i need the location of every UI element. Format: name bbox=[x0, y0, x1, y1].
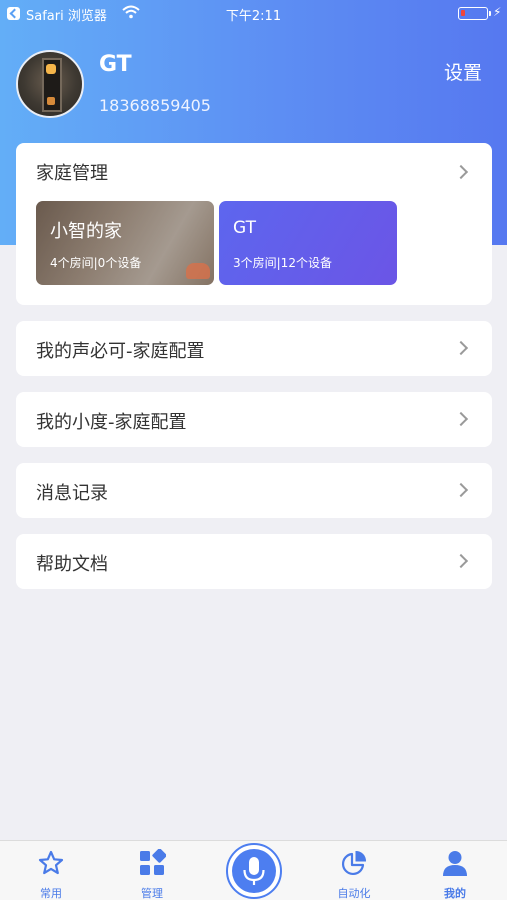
star-icon bbox=[38, 850, 64, 875]
status-time: 下午2:11 bbox=[225, 9, 282, 24]
grid-icon bbox=[140, 849, 166, 875]
menu-item-xiaodu-config[interactable]: 我的小度-家庭配置 bbox=[16, 392, 492, 447]
tab-label: 我的 bbox=[444, 887, 466, 900]
voice-button[interactable] bbox=[226, 843, 282, 899]
family-management-card: 家庭管理 小智的家 4个房间|0个设备 GT 3个房间|12个设备 bbox=[16, 143, 492, 305]
tab-label: 常用 bbox=[40, 887, 62, 900]
home-stats: 3个房间|12个设备 bbox=[233, 256, 332, 270]
tab-label: 管理 bbox=[141, 887, 163, 900]
chevron-right-icon bbox=[453, 411, 469, 427]
microphone-icon bbox=[243, 857, 265, 885]
home-stats: 4个房间|0个设备 bbox=[50, 256, 142, 270]
menu-item-label: 我的小度-家庭配置 bbox=[36, 412, 187, 433]
chevron-right-icon[interactable] bbox=[453, 164, 469, 180]
person-icon bbox=[443, 851, 467, 876]
menu-item-message-log[interactable]: 消息记录 bbox=[16, 463, 492, 518]
chevron-right-icon bbox=[453, 482, 469, 498]
chevron-right-icon bbox=[453, 553, 469, 569]
menu-item-help-docs[interactable]: 帮助文档 bbox=[16, 534, 492, 589]
tab-manage[interactable]: 管理 bbox=[112, 841, 192, 900]
menu-item-label: 我的声必可-家庭配置 bbox=[36, 341, 205, 362]
pie-chart-icon bbox=[341, 850, 367, 876]
home-tile-xiaozhi[interactable]: 小智的家 4个房间|0个设备 bbox=[36, 201, 214, 285]
avatar[interactable] bbox=[16, 50, 84, 118]
user-name: GT bbox=[99, 52, 132, 77]
settings-button[interactable]: 设置 bbox=[444, 58, 482, 85]
menu-item-label: 消息记录 bbox=[36, 483, 108, 504]
charging-icon: ⚡ bbox=[493, 5, 502, 19]
home-tile-gt[interactable]: GT 3个房间|12个设备 bbox=[219, 201, 397, 285]
tab-automation[interactable]: 自动化 bbox=[314, 841, 394, 900]
home-name: GT bbox=[233, 218, 256, 238]
status-bar: Safari 浏览器 下午2:11 ⚡ bbox=[0, 0, 507, 28]
menu-item-label: 帮助文档 bbox=[36, 554, 108, 575]
home-name: 小智的家 bbox=[50, 221, 122, 242]
menu-item-shengbike-config[interactable]: 我的声必可-家庭配置 bbox=[16, 321, 492, 376]
tab-label: 自动化 bbox=[337, 887, 371, 900]
chevron-right-icon bbox=[453, 340, 469, 356]
family-management-title[interactable]: 家庭管理 bbox=[36, 159, 108, 185]
tab-common[interactable]: 常用 bbox=[11, 841, 91, 900]
battery-icon bbox=[458, 7, 491, 20]
user-phone: 18368859405 bbox=[99, 96, 211, 115]
tab-mine[interactable]: 我的 bbox=[415, 841, 495, 900]
